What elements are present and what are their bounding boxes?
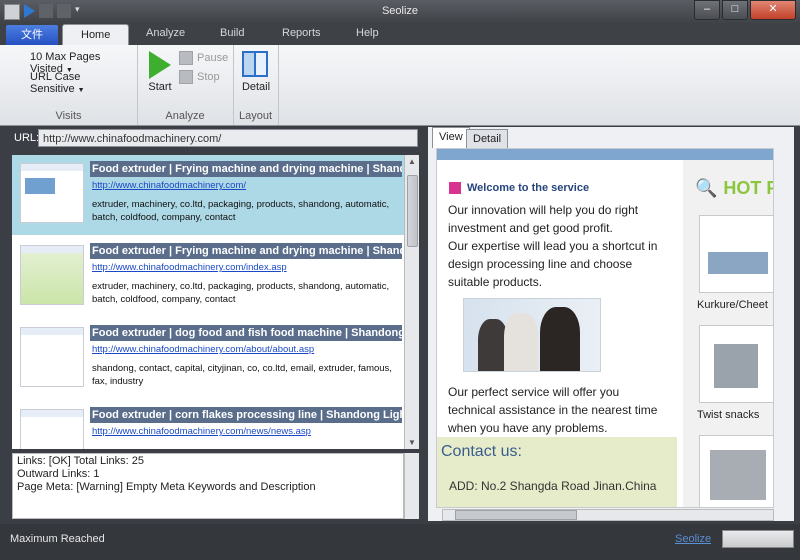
bullet-icon <box>449 182 461 194</box>
page-thumbnail <box>20 409 84 449</box>
stop-label: Stop <box>197 71 220 83</box>
analyze-group-label: Analyze <box>165 110 205 122</box>
stop-button[interactable]: Stop <box>179 70 220 84</box>
contact-section: Contact us: ADD: No.2 Shangda Road Jinan… <box>437 437 677 507</box>
result-title: Food extruder | dog food and fish food m… <box>90 325 402 341</box>
outward-links-info: Outward Links: 1 <box>17 468 100 480</box>
result-item[interactable]: Food extruder | corn flakes processing l… <box>12 401 404 449</box>
result-url[interactable]: http://www.chinafoodmachinery.com/news/n… <box>92 426 311 437</box>
page-thumbnail <box>20 327 84 387</box>
magnifier-icon: 🔍 <box>695 178 718 198</box>
welcome-text: Welcome to the service <box>467 182 590 194</box>
product-label[interactable]: Kurkure/Cheet <box>697 299 768 311</box>
title-bar: ▾ Seolize – □ ✕ <box>0 0 800 24</box>
tab-analyze[interactable]: Analyze <box>146 27 185 39</box>
result-url[interactable]: http://www.chinafoodmachinery.com/ <box>92 180 246 191</box>
layout-group-label: Layout <box>238 110 273 122</box>
tab-reports[interactable]: Reports <box>282 27 321 39</box>
minimize-button[interactable]: – <box>694 0 720 20</box>
play-icon <box>149 51 171 79</box>
results-scrollbar[interactable]: ▲ ▼ <box>404 155 419 449</box>
tab-home[interactable]: Home <box>62 24 130 46</box>
tab-detail[interactable]: Detail <box>466 129 509 148</box>
layout-group: Detail Layout <box>233 45 279 125</box>
stop-icon <box>179 70 193 84</box>
page-thumbnail <box>20 245 84 305</box>
scroll-up-icon[interactable]: ▲ <box>407 157 417 166</box>
contact-address: ADD: No.2 Shangda Road Jinan.China <box>449 479 657 493</box>
ribbon-tab-bar: 文件 Home Analyze Build Reports Help <box>0 24 800 46</box>
contact-title: Contact us: <box>441 443 522 460</box>
detail-label: Detail <box>241 81 271 93</box>
seolize-link[interactable]: Seolize <box>675 533 711 545</box>
visits-group: 10 Max Pages Visited ▼ URL Case Sensitive… <box>0 45 138 125</box>
product-image[interactable] <box>699 215 773 293</box>
tab-view[interactable]: View <box>432 127 470 148</box>
pause-icon <box>179 51 193 65</box>
url-row: URL: http://www.chinafoodmachinery.com/ <box>6 127 420 151</box>
status-text: Maximum Reached <box>10 533 105 545</box>
start-label: Start <box>148 81 172 93</box>
result-url[interactable]: http://www.chinafoodmachinery.com/about/… <box>92 344 314 355</box>
team-photo <box>463 298 601 372</box>
start-button[interactable]: Start <box>145 51 175 93</box>
maximize-button[interactable]: □ <box>722 0 748 20</box>
scrollbar-thumb[interactable] <box>407 175 418 247</box>
detail-button[interactable]: Detail <box>240 51 272 93</box>
result-title: Food extruder | Frying machine and dryin… <box>90 161 402 177</box>
scrollbar-thumb[interactable] <box>455 510 577 520</box>
status-bar: Maximum Reached Seolize <box>0 524 800 560</box>
welcome-heading: Welcome to the service <box>449 182 589 194</box>
pause-button[interactable]: Pause <box>179 51 228 65</box>
progress-bar <box>722 530 794 548</box>
page-info-panel: Links: [OK] Total Links: 25 Outward Link… <box>12 453 404 519</box>
site-nav-strip <box>437 149 773 160</box>
result-item[interactable]: Food extruder | Frying machine and dryin… <box>12 155 404 235</box>
layout-icon <box>242 51 268 77</box>
pause-label: Pause <box>197 52 229 64</box>
page-thumbnail <box>20 163 84 223</box>
page-meta-info: Page Meta: [Warning] Empty Meta Keywords… <box>17 481 316 493</box>
result-item[interactable]: Food extruder | dog food and fish food m… <box>12 319 404 399</box>
preview-horizontal-scrollbar[interactable] <box>442 509 774 521</box>
result-keywords: shandong, contact, capital, cityjinan, c… <box>92 363 392 387</box>
visits-group-label: Visits <box>55 110 82 122</box>
url-case-label: URL Case Sensitive <box>30 71 81 95</box>
result-title: Food extruder | corn flakes processing l… <box>90 407 402 423</box>
result-url[interactable]: http://www.chinafoodmachinery.com/index.… <box>92 262 287 273</box>
url-input[interactable]: http://www.chinafoodmachinery.com/ <box>38 129 418 147</box>
result-item[interactable]: Food extruder | Frying machine and dryin… <box>12 237 404 317</box>
tab-build[interactable]: Build <box>220 27 244 39</box>
expertise-paragraph: Our expertise will lead you a shortcut i… <box>448 239 658 289</box>
web-preview: Welcome to the service Our innovation wi… <box>436 148 774 508</box>
product-image[interactable] <box>699 435 773 507</box>
intro-paragraph: Our innovation will help you do right in… <box>448 203 639 235</box>
links-info: Links: [OK] Total Links: 25 <box>17 455 144 467</box>
results-list: Food extruder | Frying machine and dryin… <box>12 155 404 449</box>
window-title: Seolize <box>381 5 419 17</box>
hot-products-heading: 🔍 HOT P <box>695 178 774 199</box>
analyze-group: Start Pause Stop Analyze <box>137 45 234 125</box>
close-button[interactable]: ✕ <box>750 0 796 20</box>
result-title: Food extruder | Frying machine and dryin… <box>90 243 402 259</box>
ribbon: 10 Max Pages Visited ▼ URL Case Sensitive… <box>0 45 800 126</box>
url-case-dropdown[interactable]: URL Case Sensitive ▼ <box>30 71 137 95</box>
url-label: URL: <box>14 132 40 144</box>
product-label[interactable]: Twist snacks <box>697 409 759 421</box>
scroll-down-icon[interactable]: ▼ <box>407 438 417 447</box>
file-tab[interactable]: 文件 <box>6 25 58 45</box>
info-scrollbar[interactable] <box>404 453 419 519</box>
result-keywords: extruder, machinery, co.ltd, packaging, … <box>92 199 390 223</box>
result-keywords: extruder, machinery, co.ltd, packaging, … <box>92 281 390 305</box>
preview-pane: View Detail Welcome to the service Our i… <box>428 127 794 521</box>
hot-products-text: HOT P <box>723 178 774 198</box>
product-image[interactable] <box>699 325 773 403</box>
tab-help[interactable]: Help <box>356 27 379 39</box>
hot-products-column: 🔍 HOT P Kurkure/Cheet Twist snacks <box>683 160 773 507</box>
service-paragraph: Our perfect service will offer you techn… <box>448 385 658 435</box>
chevron-down-icon: ▼ <box>77 87 85 94</box>
